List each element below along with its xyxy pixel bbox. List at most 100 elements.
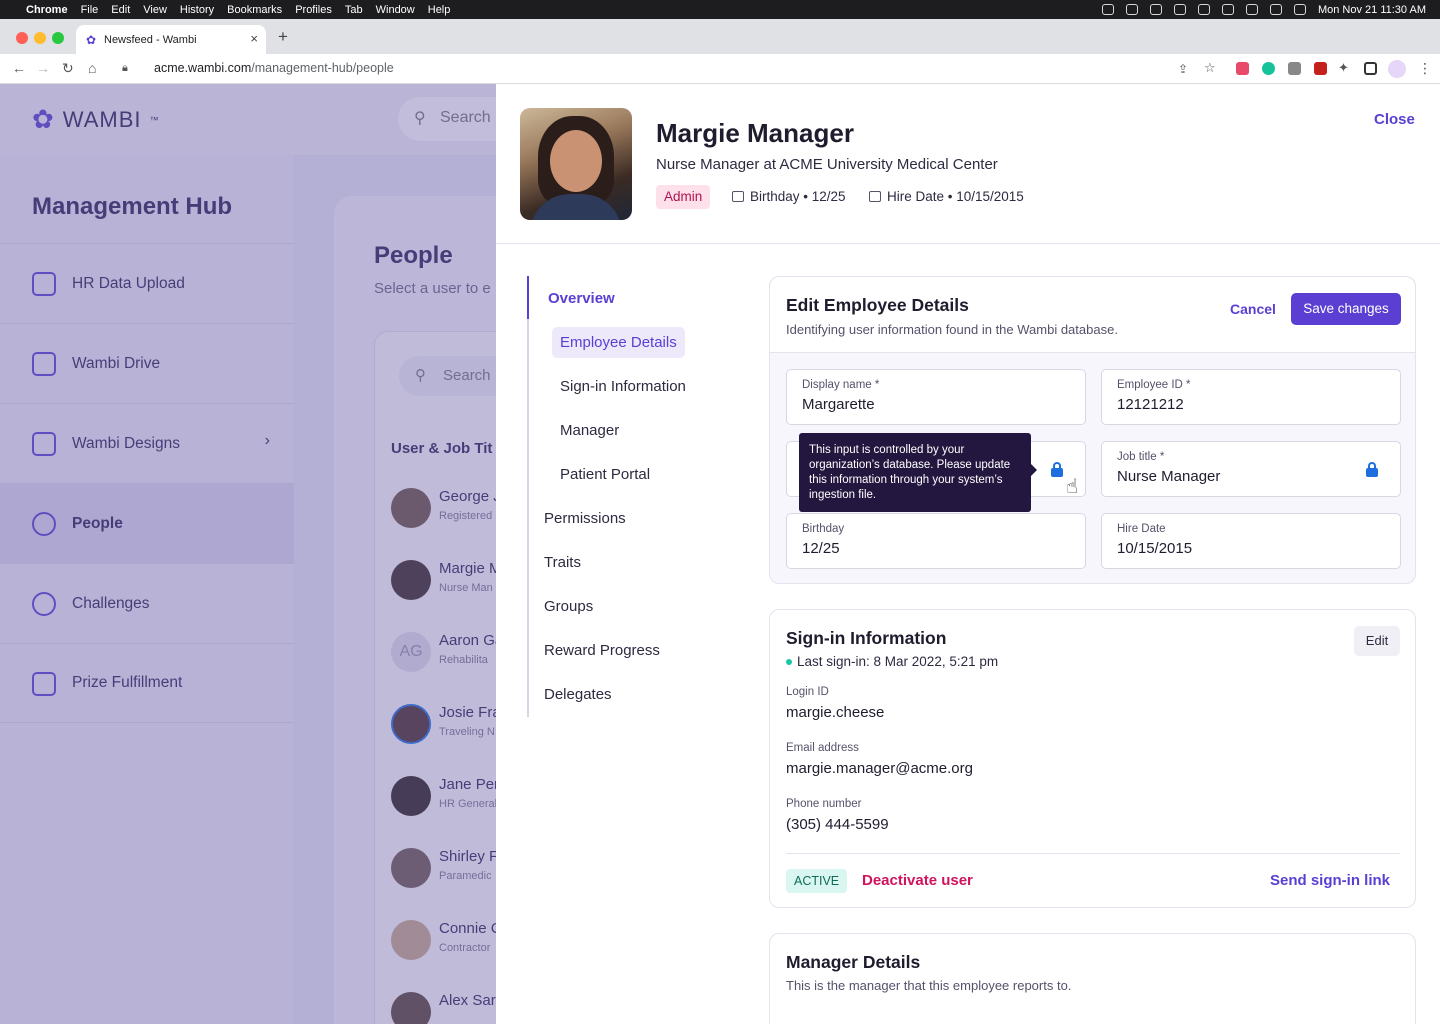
employee-id-field[interactable]: Employee ID * 12121212 <box>1101 369 1401 425</box>
wambi-favicon-icon: ✿ <box>86 33 97 47</box>
card-title: Edit Employee Details <box>786 295 969 315</box>
field-value: 12121212 <box>1117 396 1184 413</box>
send-sign-in-link-button[interactable]: Send sign-in link <box>1270 872 1390 889</box>
nav-overview[interactable]: Overview <box>548 290 615 307</box>
field-label: Hire Date <box>1117 523 1166 535</box>
nav-delegates[interactable]: Delegates <box>544 686 612 703</box>
menubar-clock[interactable]: Mon Nov 21 11:30 AM <box>1318 4 1426 16</box>
section-nav-rail <box>527 276 529 717</box>
nav-reward-progress[interactable]: Reward Progress <box>544 642 660 659</box>
forward-icon[interactable]: → <box>36 60 50 76</box>
menu-view[interactable]: View <box>143 4 167 16</box>
nav-groups[interactable]: Groups <box>544 598 593 615</box>
macos-menu-bar: Chrome File Edit View History Bookmarks … <box>0 0 1440 19</box>
email-value: margie.manager@acme.org <box>786 760 973 777</box>
menu-profiles[interactable]: Profiles <box>295 4 332 16</box>
profile-photo <box>520 108 632 220</box>
nav-manager[interactable]: Manager <box>560 422 619 439</box>
window-close-button[interactable] <box>16 32 28 44</box>
nav-employee-details[interactable]: Employee Details <box>552 327 685 358</box>
employee-name: Margie Manager <box>656 118 854 148</box>
birthday-field[interactable]: Birthday 12/25 <box>786 513 1086 569</box>
window-zoom-button[interactable] <box>52 32 64 44</box>
cancel-button[interactable]: Cancel <box>1230 301 1276 317</box>
hand-pointer-cursor-icon: ☝ <box>1066 476 1079 498</box>
menu-file[interactable]: File <box>81 4 99 16</box>
menu-chrome[interactable]: Chrome <box>26 4 68 16</box>
nav-patient-portal[interactable]: Patient Portal <box>560 466 650 483</box>
card-header: Edit Employee Details Identifying user i… <box>770 277 1415 353</box>
window-minimize-button[interactable] <box>34 32 46 44</box>
back-icon[interactable]: ← <box>12 60 26 76</box>
save-changes-button[interactable]: Save changes <box>1291 293 1401 325</box>
menu-window[interactable]: Window <box>376 4 415 16</box>
locked-field-tooltip: This input is controlled by your organiz… <box>799 433 1037 512</box>
menu-history[interactable]: History <box>180 4 214 16</box>
bookmark-star-icon[interactable]: ☆ <box>1204 60 1216 76</box>
last-sign-in: Last sign-in: 8 Mar 2022, 5:21 pm <box>786 654 998 669</box>
status-icon[interactable] <box>1101 4 1114 15</box>
sign-in-information-card: Sign-in Information Edit Last sign-in: 8… <box>769 609 1416 908</box>
menu-tab[interactable]: Tab <box>345 4 363 16</box>
job-title-field[interactable]: Job title * Nurse Manager <box>1101 441 1401 497</box>
modal-backdrop[interactable] <box>0 84 496 1024</box>
nav-traits[interactable]: Traits <box>544 554 581 571</box>
header-divider <box>496 243 1440 244</box>
lock-icon[interactable]: 🔒︎ <box>122 62 128 75</box>
hire-date-field[interactable]: Hire Date 10/15/2015 <box>1101 513 1401 569</box>
login-id-label: Login ID <box>786 686 829 698</box>
menu-edit[interactable]: Edit <box>111 4 130 16</box>
control-center-icon[interactable] <box>1293 4 1306 15</box>
card-title: Manager Details <box>786 952 921 972</box>
birthday-text: Birthday • 12/25 <box>750 189 846 204</box>
address-bar-url[interactable]: acme.wambi.com/management-hub/people <box>154 61 394 75</box>
field-label: Job title * <box>1117 451 1165 463</box>
extension-icon[interactable] <box>1314 62 1327 75</box>
field-label: Display name * <box>802 379 880 391</box>
bluetooth-icon[interactable] <box>1173 4 1186 15</box>
card-subtitle: This is the manager that this employee r… <box>786 978 1072 993</box>
reload-icon[interactable]: ↻ <box>62 60 74 77</box>
field-label: Employee ID * <box>1117 379 1191 391</box>
last-sign-in-text: Last sign-in: 8 Mar 2022, 5:21 pm <box>797 654 999 669</box>
browser-tab-active[interactable]: ✿ Newsfeed - Wambi × <box>76 25 266 54</box>
lock-icon[interactable] <box>1051 462 1063 477</box>
edit-employee-details-card: Edit Employee Details Identifying user i… <box>769 276 1416 584</box>
lock-icon[interactable] <box>1366 462 1378 477</box>
side-panel-icon[interactable] <box>1364 62 1377 75</box>
home-icon[interactable]: ⌂ <box>88 60 96 76</box>
nav-sign-in-information[interactable]: Sign-in Information <box>560 378 686 395</box>
new-tab-icon[interactable]: + <box>278 27 288 47</box>
eyedropper-extension-icon[interactable] <box>1288 62 1301 75</box>
extensions-puzzle-icon[interactable]: ✦ <box>1338 60 1349 76</box>
status-badge: ACTIVE <box>786 869 848 893</box>
nav-active-indicator <box>527 276 529 319</box>
field-value: Margarette <box>802 396 875 413</box>
hire-date-meta: Hire Date • 10/15/2015 <box>869 189 1024 204</box>
profile-avatar[interactable] <box>1388 60 1406 78</box>
nav-permissions[interactable]: Permissions <box>544 510 626 527</box>
grammarly-extension-icon[interactable] <box>1262 62 1275 75</box>
card-subtitle: Identifying user information found in th… <box>786 322 1118 337</box>
edit-button[interactable]: Edit <box>1354 626 1400 656</box>
field-value: 12/25 <box>802 540 840 557</box>
online-status-dot <box>786 658 792 665</box>
login-id-value: margie.cheese <box>786 704 885 721</box>
close-button[interactable]: Close <box>1374 111 1415 128</box>
battery-icon[interactable] <box>1221 4 1234 15</box>
calendar-icon <box>869 191 881 202</box>
deactivate-user-button[interactable]: Deactivate user <box>862 872 973 889</box>
display-name-field[interactable]: Display name * Margarette <box>786 369 1086 425</box>
status-icon[interactable] <box>1125 4 1138 15</box>
tab-close-icon[interactable]: × <box>250 31 258 46</box>
browser-menu-icon[interactable]: ⋮ <box>1418 60 1432 77</box>
extension-icon[interactable] <box>1236 62 1249 75</box>
share-icon[interactable]: ⇪ <box>1178 62 1188 76</box>
volume-icon[interactable] <box>1197 4 1210 15</box>
birthday-meta: Birthday • 12/25 <box>732 189 846 204</box>
status-icon[interactable] <box>1149 4 1162 15</box>
menu-bookmarks[interactable]: Bookmarks <box>227 4 282 16</box>
menu-help[interactable]: Help <box>428 4 451 16</box>
wifi-icon[interactable] <box>1245 4 1258 15</box>
spotlight-search-icon[interactable] <box>1269 4 1282 15</box>
